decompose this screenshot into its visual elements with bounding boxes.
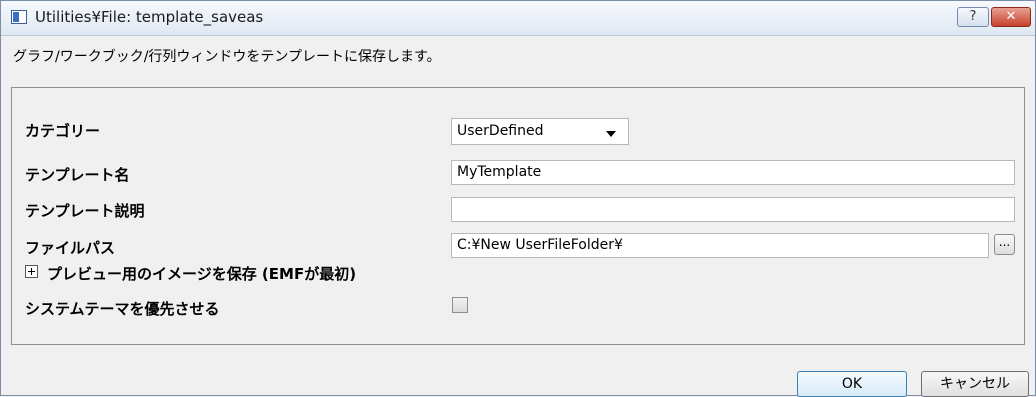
expand-plus-icon[interactable]	[25, 265, 38, 278]
close-button[interactable]: ✕	[991, 7, 1031, 27]
window-app-icon	[11, 10, 27, 24]
window-title: Utilities¥File: template_saveas	[35, 8, 264, 26]
browse-button[interactable]: ...	[994, 234, 1015, 255]
help-button[interactable]: ?	[957, 7, 989, 27]
file-path-input[interactable]: C:¥New UserFileFolder¥	[451, 233, 989, 258]
ok-button[interactable]: OK	[797, 371, 907, 397]
cancel-button[interactable]: キャンセル	[921, 371, 1029, 397]
preview-image-label[interactable]: プレビュー用のイメージを保存 (EMFが最初)	[47, 263, 356, 284]
close-icon: ✕	[1005, 9, 1017, 24]
system-theme-checkbox[interactable]	[452, 297, 468, 313]
ellipsis-icon: ...	[998, 235, 1011, 249]
dialog-description: グラフ/ワークブック/行列ウィンドウをテンプレートに保存します。	[13, 49, 441, 65]
dialog-window: Utilities¥File: template_saveas ? ✕ グラフ/…	[0, 0, 1036, 397]
category-selected-value: UserDefined	[457, 123, 544, 139]
template-description-label: テンプレート説明	[25, 202, 145, 220]
system-theme-label: システムテーマを優先させる	[25, 300, 220, 318]
template-name-input[interactable]: MyTemplate	[451, 160, 1015, 185]
template-name-label: テンプレート名	[25, 166, 130, 184]
template-description-input[interactable]	[451, 197, 1015, 222]
title-bar[interactable]: Utilities¥File: template_saveas ? ✕	[1, 1, 1035, 36]
help-icon: ?	[969, 9, 977, 24]
file-path-label: ファイルパス	[25, 239, 116, 257]
category-select[interactable]: UserDefined	[451, 118, 629, 145]
category-label: カテゴリー	[25, 122, 101, 140]
dropdown-arrow-icon	[606, 131, 616, 137]
